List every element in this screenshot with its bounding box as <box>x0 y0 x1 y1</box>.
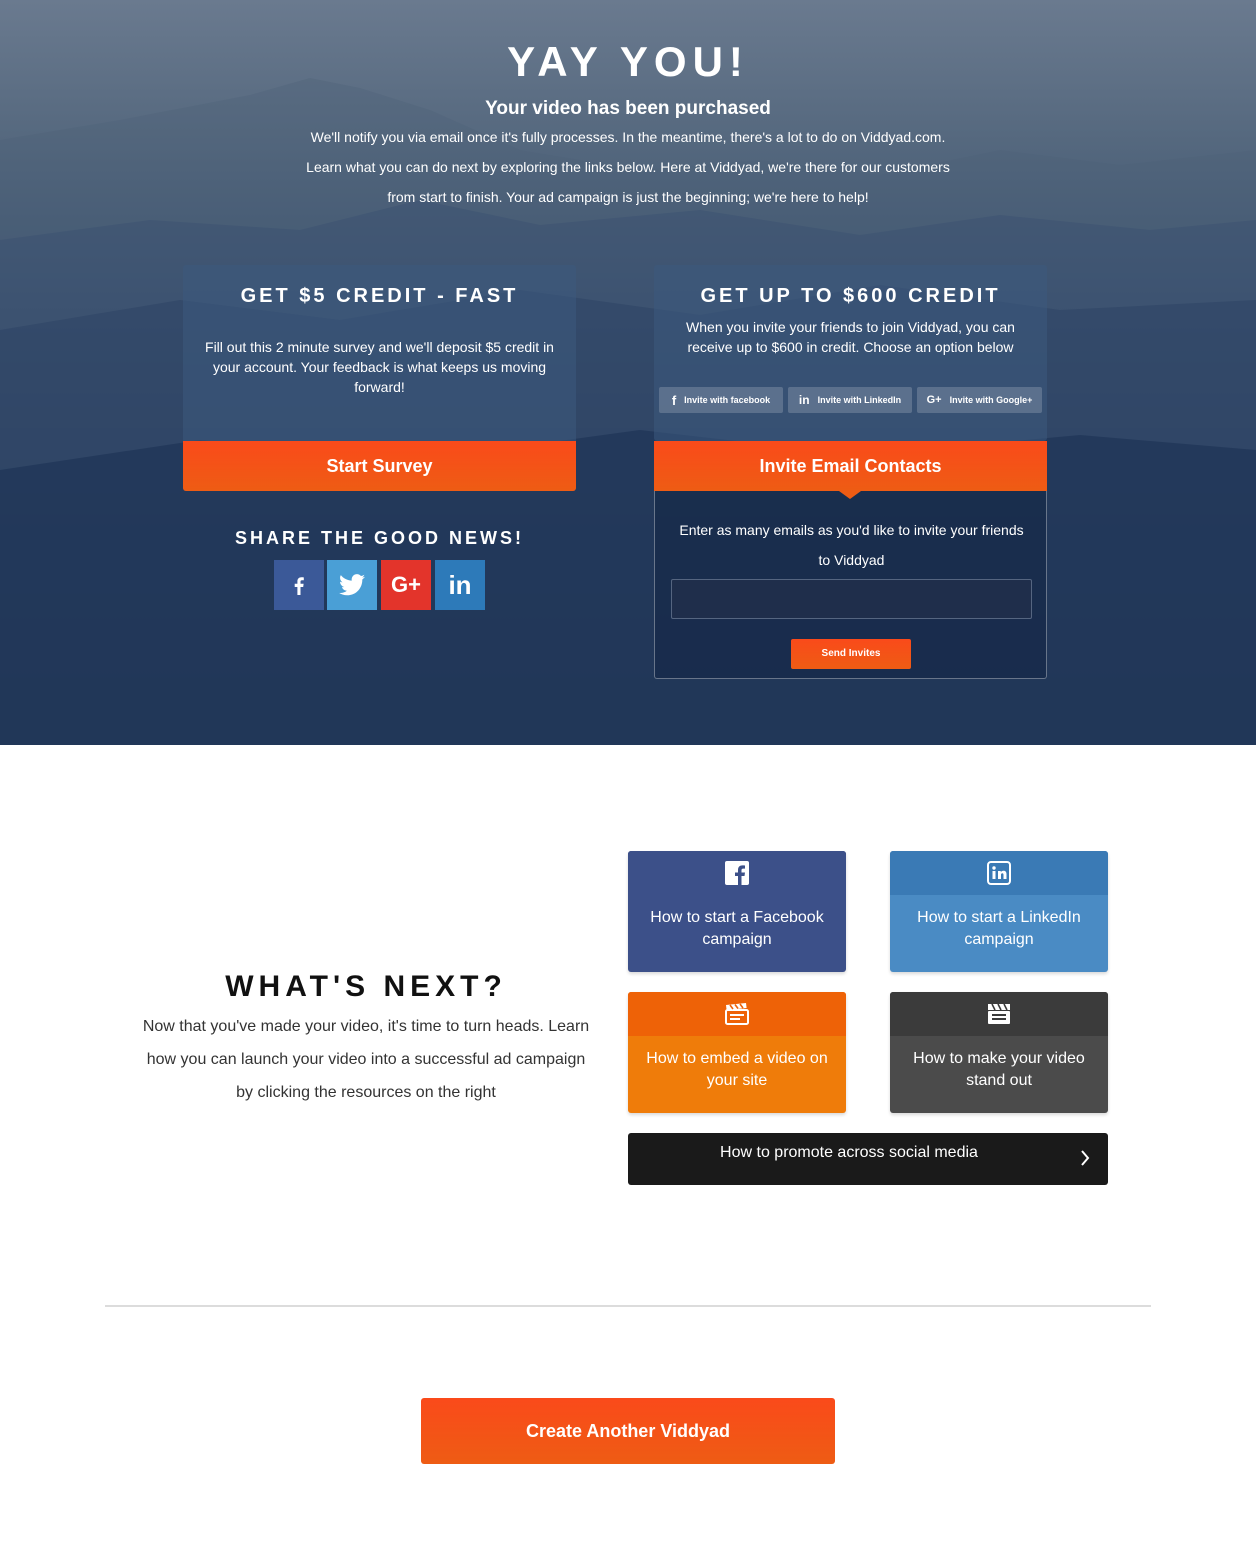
survey-description: Fill out this 2 minute survey and we'll … <box>205 339 554 395</box>
survey-title: GET $5 CREDIT - FAST <box>240 285 519 307</box>
linkedin-icon <box>987 861 1011 885</box>
facebook-icon <box>725 861 749 885</box>
invite-description: When you invite your friends to join Vid… <box>686 319 1015 355</box>
facebook-campaign-tile[interactable]: How to start a Facebook campaign <box>628 851 846 972</box>
send-invites-button[interactable]: Send Invites <box>791 639 911 669</box>
invite-card: GET UP TO $600 CREDIT When you invite yo… <box>654 265 1047 679</box>
invite-email-contacts-button[interactable]: Invite Email Contacts <box>654 441 1047 491</box>
invite-facebook-button[interactable]: f Invite with facebook <box>659 387 783 413</box>
invite-button-pointer <box>839 491 861 499</box>
whats-next-description: Now that you've made your video, it's ti… <box>142 1018 590 1101</box>
tile-header <box>628 851 846 895</box>
linkedin-campaign-tile[interactable]: How to start a LinkedIn campaign <box>890 851 1108 972</box>
tile-label: How to embed a video on your site <box>646 1050 828 1089</box>
share-buttons: G+ in <box>274 560 486 610</box>
promo-label: How to promote across social media <box>720 1144 978 1161</box>
embed-video-tile[interactable]: How to embed a video on your site <box>628 992 846 1113</box>
linkedin-icon: in <box>448 569 472 600</box>
invite-linkedin-button[interactable]: in Invite with LinkedIn <box>788 387 912 413</box>
twitter-icon <box>339 574 365 596</box>
share-twitter-button[interactable] <box>327 560 377 610</box>
linkedin-icon: in <box>798 393 810 407</box>
video-stand-out-tile[interactable]: How to make your video stand out <box>890 992 1108 1113</box>
invite-facebook-label: Invite with facebook <box>684 395 771 405</box>
whats-next-title: WHAT'S NEXT? <box>225 970 507 1003</box>
invite-top-panel: GET UP TO $600 CREDIT When you invite yo… <box>654 265 1047 441</box>
section-divider <box>105 1305 1151 1307</box>
tile-label: How to start a LinkedIn campaign <box>917 909 1081 948</box>
hero-section: YAY YOU! Your video has been purchased W… <box>0 0 1256 745</box>
tile-header <box>890 992 1108 1036</box>
tile-label: How to make your video stand out <box>913 1050 1085 1089</box>
share-google-plus-button[interactable]: G+ <box>381 560 431 610</box>
clapperboard-icon <box>725 1003 749 1025</box>
hero-description: We'll notify you via email once it's ful… <box>306 129 950 205</box>
google-plus-icon: G+ <box>391 572 421 597</box>
tile-header <box>890 851 1108 895</box>
page-title: YAY YOU! <box>507 38 749 85</box>
share-linkedin-button[interactable]: in <box>435 560 485 610</box>
create-another-viddyad-button[interactable]: Create Another Viddyad <box>421 1398 835 1464</box>
invite-email-instructions: Enter as many emails as you'd like to in… <box>679 522 1024 568</box>
invite-email-input[interactable] <box>671 579 1032 619</box>
share-title: SHARE THE GOOD NEWS! <box>234 528 524 548</box>
clapperboard-icon <box>988 1003 1010 1024</box>
start-survey-button[interactable]: Start Survey <box>183 441 576 491</box>
promote-social-media-link[interactable]: How to promote across social media <box>628 1133 1108 1185</box>
purchase-confirmation: Your video has been purchased <box>485 98 771 119</box>
invite-linkedin-label: Invite with LinkedIn <box>817 395 902 405</box>
share-facebook-button[interactable] <box>274 560 324 610</box>
facebook-icon: f <box>671 392 677 408</box>
tile-label: How to start a Facebook campaign <box>650 909 824 948</box>
google-plus-icon: G+ <box>926 394 942 406</box>
invite-email-panel: Enter as many emails as you'd like to in… <box>654 491 1047 679</box>
invite-title: GET UP TO $600 CREDIT <box>700 285 1001 307</box>
facebook-icon <box>294 577 304 595</box>
invite-google-plus-label: Invite with Google+ <box>949 395 1033 405</box>
survey-card: GET $5 CREDIT - FAST Fill out this 2 min… <box>183 265 576 491</box>
tile-header <box>628 992 846 1036</box>
invite-google-plus-button[interactable]: G+ Invite with Google+ <box>917 387 1042 413</box>
chevron-right-icon <box>1081 1150 1090 1166</box>
